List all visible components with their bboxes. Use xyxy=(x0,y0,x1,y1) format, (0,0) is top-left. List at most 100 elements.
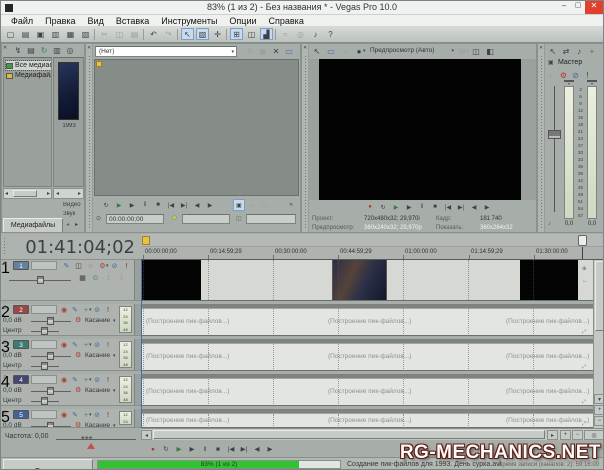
track-edit-icon[interactable]: ✎ xyxy=(70,374,80,386)
track-header-5[interactable]: ≡55◉✎+▾⊘!0,0 dB⚙Касание▾12243648 xyxy=(1,409,134,428)
track-name-field[interactable] xyxy=(31,305,57,314)
track-automation-label[interactable]: Касание xyxy=(85,387,110,394)
track-solo-icon[interactable]: ! xyxy=(103,374,113,386)
track-camera-icon[interactable]: ⊙ xyxy=(90,272,101,284)
track-edit-icon[interactable]: ✎ xyxy=(70,304,80,316)
vscroll-thumb[interactable] xyxy=(595,261,604,331)
slider-handle[interactable] xyxy=(47,352,54,360)
track-film-icon[interactable]: ▦ xyxy=(77,272,88,284)
track-number-badge[interactable]: 5 xyxy=(13,410,29,419)
track-solo-icon[interactable]: ! xyxy=(103,339,113,351)
track-event-row-2[interactable]: (Построение пик-файлов...)(Построение пи… xyxy=(142,304,593,336)
track-header-3[interactable]: ≡33◉✎+▾⊘!0,0 dB⚙Касание▾Центр12243648 xyxy=(1,339,134,371)
track-edit-icon[interactable]: ✎ xyxy=(70,339,80,351)
pause-icon[interactable]: ‖ xyxy=(199,443,211,455)
slider-handle[interactable] xyxy=(37,276,44,284)
frequency-slider[interactable] xyxy=(56,439,136,440)
track-event-row-3[interactable]: (Построение пик-файлов...)(Построение пи… xyxy=(142,339,593,371)
chevron-down-icon[interactable]: ▾ xyxy=(113,353,116,359)
track-automation-label[interactable]: Касание xyxy=(85,317,110,324)
zoom-in-time-icon[interactable]: + xyxy=(560,430,571,440)
slider-handle[interactable] xyxy=(41,362,48,370)
track-gear-icon[interactable]: ⚙ xyxy=(75,351,81,359)
track-copy-icon[interactable]: ◫ xyxy=(73,260,84,272)
track-number-badge[interactable]: 2 xyxy=(13,305,29,314)
track-grip-icon[interactable]: ≡ xyxy=(3,340,7,346)
track-record-icon[interactable]: ◉ xyxy=(59,304,69,316)
track-down-icon[interactable]: ↧ xyxy=(116,272,127,284)
video-event-black-segment[interactable] xyxy=(520,260,578,300)
track-mute-icon[interactable]: ⊘ xyxy=(109,260,120,272)
video-event-thumbnail[interactable] xyxy=(332,260,387,300)
track-name-field[interactable] xyxy=(31,340,57,349)
track-record-icon[interactable]: ◉ xyxy=(59,374,69,386)
cancel-button[interactable]: Отмена xyxy=(3,459,93,470)
track-automation-label[interactable]: Касание xyxy=(85,422,110,428)
track-grip-icon[interactable]: ≡ xyxy=(3,261,7,267)
play-icon[interactable]: ▶ xyxy=(186,443,198,455)
event-fx-icon[interactable]: ⊕ xyxy=(582,266,586,272)
track-up-icon[interactable]: ↥ xyxy=(103,272,114,284)
track-solo-icon[interactable]: ! xyxy=(103,304,113,316)
hscroll-left-icon[interactable]: ◂ xyxy=(141,430,152,440)
track-solo-icon[interactable]: ! xyxy=(121,260,132,272)
go-to-start-icon[interactable]: |◀ xyxy=(225,443,237,455)
track-splitter[interactable] xyxy=(134,374,141,406)
next-frame-icon[interactable]: ▶ xyxy=(264,443,276,455)
timeline-hscrollbar[interactable]: ◂ ▸ + − ◎ xyxy=(141,428,604,440)
slider-handle[interactable] xyxy=(47,422,54,428)
track-name-field[interactable] xyxy=(31,375,57,384)
track-sync-icon[interactable]: ⊕ xyxy=(85,260,96,272)
play-from-start-icon[interactable]: ▶ xyxy=(173,443,185,455)
prev-frame-icon[interactable]: ◀ xyxy=(251,443,263,455)
track-header-2[interactable]: ≡22◉✎+▾⊘!0,0 dB⚙Касание▾Центр12243648 xyxy=(1,304,134,336)
chevron-down-icon[interactable]: ▾ xyxy=(113,318,116,324)
event-stretch-icon[interactable]: ↔ xyxy=(582,278,587,284)
track-record-icon[interactable]: ◉ xyxy=(59,339,69,351)
track-event-row-5[interactable]: (Построение пик-файлов...)(Построение пи… xyxy=(142,409,593,428)
track-record-icon[interactable]: ◉ xyxy=(59,409,69,421)
slider-handle[interactable] xyxy=(41,397,48,405)
audio-event[interactable]: (Построение пик-файлов...)(Построение пи… xyxy=(142,378,593,406)
track-mute-icon[interactable]: ⊘ xyxy=(92,409,102,421)
video-event-black-segment[interactable] xyxy=(142,260,201,300)
record-icon[interactable]: ● xyxy=(147,443,159,455)
vscroll-down-icon[interactable]: ▾ xyxy=(594,394,604,404)
track-mute-icon[interactable]: ⊘ xyxy=(92,374,102,386)
track-edit-icon[interactable]: ✎ xyxy=(70,409,80,421)
track-event-row-4[interactable]: (Построение пик-файлов...)(Построение пи… xyxy=(142,374,593,406)
event-crossfade-icon[interactable]: ⤢ xyxy=(582,364,586,370)
track-number-badge[interactable]: 1 xyxy=(13,261,29,270)
chevron-down-icon[interactable]: ▾ xyxy=(113,388,116,394)
track-mute-icon[interactable]: ⊘ xyxy=(92,339,102,351)
event-crossfade-icon[interactable]: ⤢ xyxy=(582,399,586,405)
track-solo-icon[interactable]: ! xyxy=(103,409,113,421)
track-edit-icon[interactable]: ✎ xyxy=(61,260,72,272)
track-number-badge[interactable]: 3 xyxy=(13,340,29,349)
slider-handle[interactable] xyxy=(47,387,54,395)
track-grip-icon[interactable]: ≡ xyxy=(3,410,7,416)
event-crossfade-icon[interactable]: ⤢ xyxy=(582,329,586,335)
loop-playback-icon[interactable]: ↻ xyxy=(160,443,172,455)
zoom-in-track-icon[interactable]: + xyxy=(594,405,604,415)
track-gear-icon[interactable]: ⚙ xyxy=(75,386,81,394)
track-mute-icon[interactable]: ⊘ xyxy=(92,304,102,316)
frequency-handle-icon[interactable]: ◈◈◈ xyxy=(81,435,93,441)
track-grip-icon[interactable]: ≡ xyxy=(3,375,7,381)
slider-handle[interactable] xyxy=(47,317,54,325)
track-header-4[interactable]: ≡44◉✎+▾⊘!0,0 dB⚙Касание▾Центр12243648 xyxy=(1,374,134,406)
chevron-down-icon[interactable]: ▾ xyxy=(113,423,116,428)
go-to-end-icon[interactable]: ▶| xyxy=(238,443,250,455)
track-automation-label[interactable]: Касание xyxy=(85,352,110,359)
audio-event[interactable]: (Построение пик-файлов...)(Построение пи… xyxy=(142,413,593,428)
zoom-out-time-icon[interactable]: − xyxy=(572,430,583,440)
track-event-row-1[interactable]: ⊕↔ xyxy=(142,260,593,301)
track-number-badge[interactable]: 4 xyxy=(13,375,29,384)
track-gear-icon[interactable]: ⚙ xyxy=(75,316,81,324)
stop-icon[interactable]: ■ xyxy=(212,443,224,455)
track-gear-icon[interactable]: ⚙ xyxy=(75,421,81,428)
hscroll-thumb[interactable] xyxy=(153,430,545,439)
track-header-1[interactable]: ≡11✎◫⊕⚙▾⊘!▦⊙↥↧ xyxy=(1,260,134,301)
slider-handle[interactable] xyxy=(41,327,48,335)
track-splitter[interactable] xyxy=(134,304,141,336)
